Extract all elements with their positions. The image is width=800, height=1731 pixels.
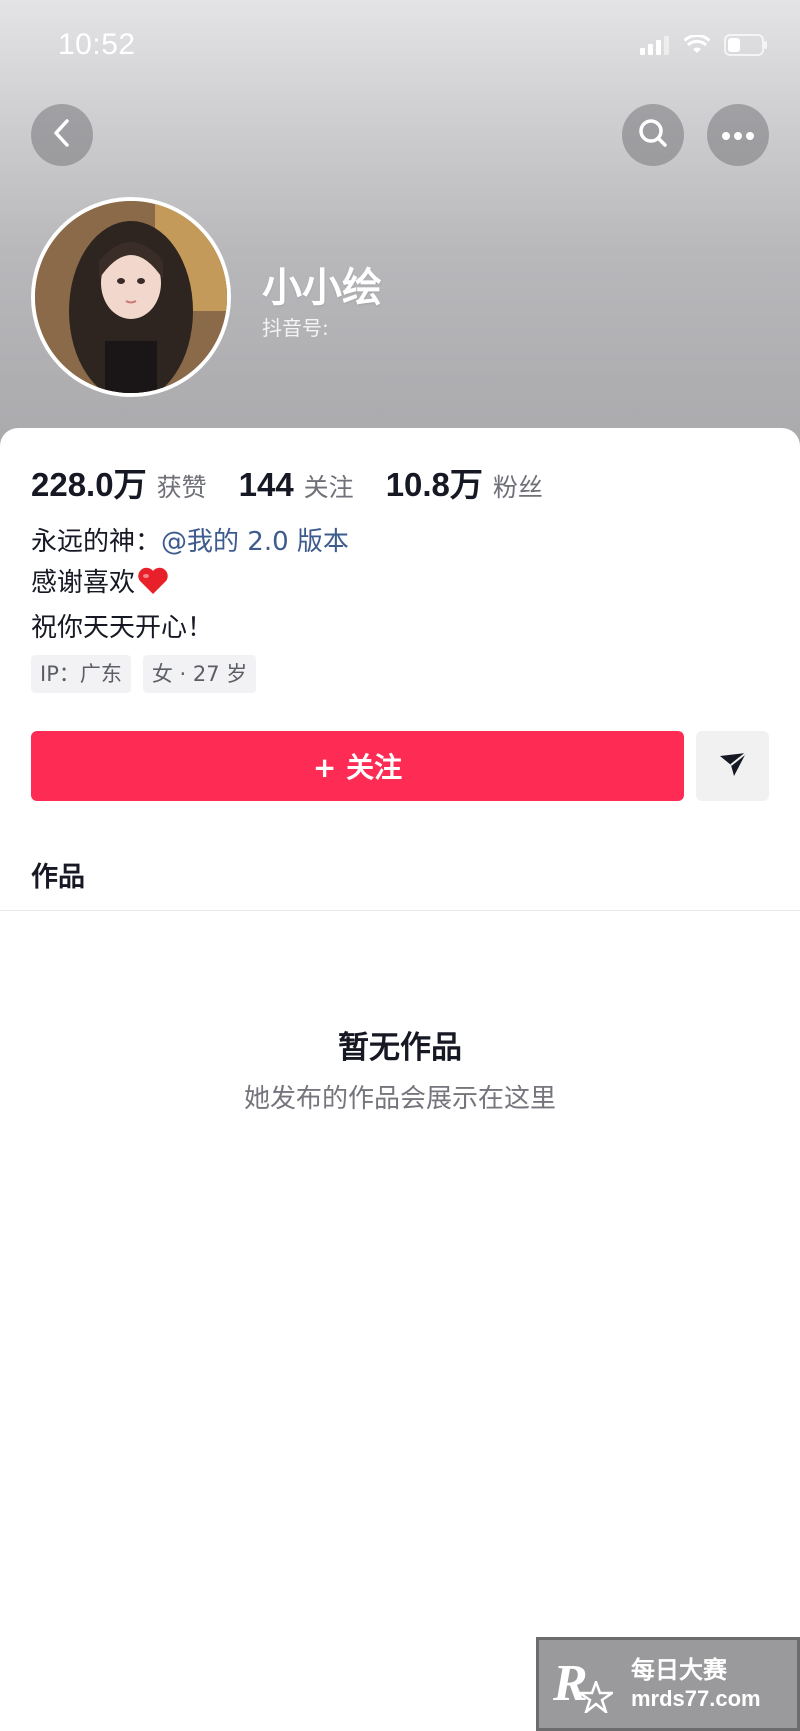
bio-prefix: 永远的神： [31,527,162,557]
send-icon [718,750,748,782]
tag-gender-age: 女 · 27 岁 [142,655,257,693]
stat-followers[interactable]: 10.8万 粉丝 [386,458,543,506]
douyin-id-label[interactable]: 抖音号: [262,312,329,341]
watermark-cn: 每日大赛 [631,1656,727,1684]
stat-likes[interactable]: 228.0万 获赞 [31,458,207,506]
more-button[interactable] [707,104,769,166]
follow-button[interactable]: + 关注 [31,731,684,801]
tab-divider [0,910,800,911]
watermark-url: mrds77.com [631,1686,761,1711]
profile-card: 228.0万 获赞 144 关注 10.8万 粉丝 永远的神：@我的 2.0 版… [0,428,800,1731]
stat-following-label: 关注 [303,473,354,502]
bio: 永远的神：@我的 2.0 版本 感谢喜欢 祝你天天开心！ [31,522,349,649]
watermark-logo: R [553,1653,615,1715]
stat-likes-value: 228.0万 [31,466,147,503]
search-button[interactable] [622,104,684,166]
stat-likes-label: 获赞 [156,473,207,502]
stat-followers-label: 粉丝 [492,473,543,502]
back-button[interactable] [31,104,93,166]
bio-line-2-text: 感谢喜欢 [31,568,136,598]
watermark: R 每日大赛 mrds77.com [536,1637,800,1731]
more-dots-icon [721,126,755,145]
stat-followers-value: 10.8万 [385,466,483,503]
search-icon [637,117,669,153]
bio-line-2: 感谢喜欢 [31,563,349,608]
avatar[interactable] [31,197,231,397]
wifi-icon [683,33,711,59]
stat-following[interactable]: 144 关注 [239,466,354,504]
nickname: 小小绘 [262,265,382,311]
battery-icon [724,34,768,60]
bio-line-3: 祝你天天开心！ [31,613,214,643]
chevron-left-icon [49,117,75,153]
share-button[interactable] [696,731,769,801]
signal-icon [640,35,670,59]
watermark-text: 每日大赛 mrds77.com [631,1655,761,1713]
bio-line-1: 永远的神：@我的 2.0 版本 [31,522,349,563]
profile-tags: IP：广东 女 · 27 岁 [31,655,257,693]
status-time: 10:52 [58,28,136,61]
tab-works[interactable]: 作品 [31,855,85,894]
empty-state-subtitle: 她发布的作品会展示在这里 [243,1084,556,1114]
tag-ip-location: IP：广东 [31,655,131,693]
status-bar: 10:52 [0,0,800,96]
stats-row: 228.0万 获赞 144 关注 10.8万 粉丝 [31,458,575,506]
profile-header: 10:52 小小绘 抖音号: [0,0,800,460]
bio-mention-link[interactable]: @我的 2.0 版本 [161,527,349,557]
stat-following-value: 144 [238,466,294,503]
heart-icon [137,567,169,608]
status-icons [640,33,768,60]
empty-state-title: 暂无作品 [338,1030,462,1066]
